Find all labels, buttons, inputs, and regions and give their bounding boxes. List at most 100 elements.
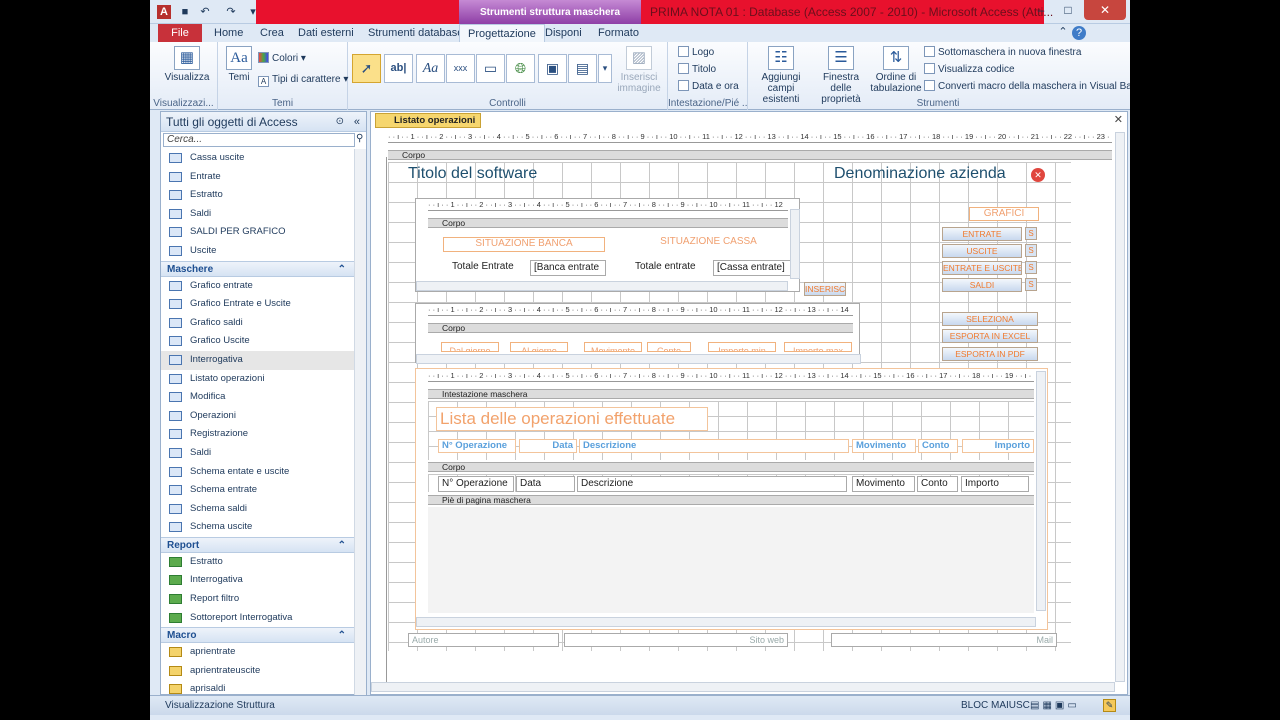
- data-ora-button[interactable]: Data e ora: [678, 80, 739, 92]
- entrate-s-button[interactable]: S: [1025, 227, 1037, 240]
- saldi-s-button[interactable]: S: [1025, 278, 1037, 291]
- column-header[interactable]: Conto: [918, 439, 958, 453]
- totale-entrate-label-1[interactable]: Totale Entrate: [449, 260, 527, 276]
- save-icon[interactable]: ■: [178, 5, 192, 19]
- corpo-field[interactable]: Importo: [961, 476, 1029, 492]
- tab-control-icon[interactable]: ▭: [476, 54, 505, 83]
- corpo-field[interactable]: Descrizione: [577, 476, 847, 492]
- nav-item[interactable]: Schema uscite: [161, 518, 354, 537]
- corpo-field[interactable]: Movimento: [852, 476, 915, 492]
- nav-item[interactable]: Listato operazioni: [161, 370, 354, 389]
- nav-item[interactable]: aprientrateuscite: [161, 662, 354, 681]
- button-control-icon[interactable]: xxx: [446, 54, 475, 83]
- aggiungi-campi-button[interactable]: ☷ Aggiungi campi esistenti: [750, 46, 812, 105]
- subform-filtri[interactable]: · · ı · · 1 · · ı · · 2 · · ı · · 3 · · …: [415, 303, 861, 364]
- select-pointer-icon[interactable]: ➚: [352, 54, 381, 83]
- nav-item[interactable]: Schema saldi: [161, 500, 354, 519]
- column-header[interactable]: Importo: [962, 439, 1034, 453]
- column-header[interactable]: Descrizione: [579, 439, 849, 453]
- intestazione-bar[interactable]: Intestazione maschera: [428, 389, 1034, 399]
- denominazione-label[interactable]: Denominazione azienda: [834, 165, 1006, 183]
- tipi-carattere-button[interactable]: A Tipi di carattere ▾: [258, 74, 348, 87]
- saldi-button[interactable]: SALDI: [942, 278, 1022, 292]
- grafici-label[interactable]: GRAFICI: [969, 207, 1039, 221]
- nav-item[interactable]: Saldi: [161, 444, 354, 463]
- nav-item[interactable]: Uscite: [161, 242, 354, 261]
- textbox-control-icon[interactable]: ab|: [384, 54, 413, 83]
- search-icon[interactable]: ⚲: [356, 133, 363, 144]
- corpo-field[interactable]: Conto: [917, 476, 958, 492]
- nav-item[interactable]: Grafico entrate: [161, 277, 354, 296]
- nav-item[interactable]: Grafico Uscite: [161, 332, 354, 351]
- subform3-vscroll[interactable]: [1036, 371, 1046, 611]
- temi-button[interactable]: Aa Temi: [224, 46, 254, 83]
- nav-item[interactable]: Cassa uscite: [161, 149, 354, 168]
- design-view-icon[interactable]: ✎: [1103, 699, 1116, 712]
- logo-button[interactable]: Logo: [678, 46, 714, 58]
- filter-label[interactable]: Movimento: [584, 342, 642, 352]
- nav-item[interactable]: Estratto: [161, 553, 354, 572]
- autore-field[interactable]: Autore: [408, 633, 559, 647]
- inserisci-button[interactable]: INSERISCI: [804, 282, 846, 296]
- nav-collapse-icon[interactable]: «: [354, 112, 360, 132]
- tab-progettazione[interactable]: Progettazione: [459, 24, 545, 42]
- titolo-software-label[interactable]: Titolo del software: [408, 165, 537, 183]
- subform2-hscroll[interactable]: [416, 354, 861, 364]
- subform-situazione[interactable]: · · ı · · 1 · · ı · · 2 · · ı · · 3 · · …: [415, 198, 800, 292]
- nav-header[interactable]: Tutti gli oggetti di Access ⊙ «: [161, 112, 366, 132]
- nav-search-input[interactable]: Cerca...: [163, 133, 355, 147]
- tab-home[interactable]: Home: [206, 24, 251, 42]
- subform-lista-operazioni[interactable]: · · ı · · 1 · · ı · · 2 · · ı · · 3 · · …: [415, 368, 1048, 630]
- filter-label[interactable]: Importo min: [708, 342, 776, 352]
- banca-entrate-field[interactable]: [Banca entrate: [530, 260, 606, 276]
- nav-item[interactable]: Operazioni: [161, 407, 354, 426]
- close-window-button[interactable]: ✕: [1084, 0, 1126, 20]
- lista-titolo-label[interactable]: Lista delle operazioni effettuate: [436, 407, 708, 431]
- nav-item[interactable]: Report filtro: [161, 590, 354, 609]
- totale-entrate-label-2[interactable]: Totale entrate: [632, 260, 710, 276]
- titolo-button[interactable]: Titolo: [678, 63, 716, 75]
- colori-button[interactable]: Colori ▾: [258, 52, 306, 64]
- nav-section-macro[interactable]: Macro ⌃: [161, 627, 354, 644]
- entrate-button[interactable]: ENTRATE: [942, 227, 1022, 241]
- uscite-s-button[interactable]: S: [1025, 244, 1037, 257]
- label-control-icon[interactable]: Aa: [416, 54, 445, 83]
- nav-item[interactable]: Schema entrate: [161, 481, 354, 500]
- doc-hscroll[interactable]: [371, 682, 1115, 692]
- nav-item[interactable]: Modifica: [161, 388, 354, 407]
- column-header[interactable]: Movimento: [852, 439, 916, 453]
- tab-formato[interactable]: Formato: [590, 24, 647, 42]
- column-header[interactable]: N° Operazione: [438, 439, 516, 453]
- subform-hscroll[interactable]: [416, 281, 788, 291]
- subform-corpo-bar[interactable]: Corpo: [428, 218, 788, 228]
- close-form-icon[interactable]: ✕: [1031, 168, 1045, 182]
- nav-item[interactable]: Interrogativa: [161, 350, 354, 370]
- close-document-icon[interactable]: ✕: [1114, 113, 1123, 126]
- inserisci-immagine-button[interactable]: ▨ Inserisci immagine: [616, 46, 662, 94]
- web-browser-control-icon[interactable]: ▣: [538, 54, 567, 83]
- entrate-uscite-s-button[interactable]: S: [1025, 261, 1037, 274]
- mail-field[interactable]: Mail: [831, 633, 1057, 647]
- esporta-excel-button[interactable]: ESPORTA IN EXCEL: [942, 329, 1038, 343]
- situazione-banca-label[interactable]: SITUAZIONE BANCA: [443, 237, 605, 252]
- nav-item[interactable]: Grafico Entrate e Uscite: [161, 295, 354, 314]
- corpo-field[interactable]: Data: [516, 476, 575, 492]
- nav-item[interactable]: Grafico saldi: [161, 314, 354, 333]
- tab-crea[interactable]: Crea: [252, 24, 292, 42]
- cassa-entrate-field[interactable]: [Cassa entrate]: [713, 260, 791, 276]
- nav-dropdown-icon[interactable]: ⊙: [336, 112, 344, 132]
- nav-item[interactable]: SALDI PER GRAFICO: [161, 223, 354, 242]
- nav-item[interactable]: Interrogativa: [161, 571, 354, 590]
- redo-icon[interactable]: ↷: [224, 5, 238, 19]
- section-bar-corpo[interactable]: Corpo: [388, 150, 1112, 160]
- filter-label[interactable]: Dal giorno: [441, 342, 499, 352]
- corpo-field[interactable]: N° Operazione: [438, 476, 514, 492]
- nav-item[interactable]: Entrate: [161, 168, 354, 187]
- maximize-button[interactable]: □: [1055, 0, 1081, 20]
- ordine-tabulazione-button[interactable]: ⇅ Ordine di tabulazione: [870, 46, 922, 94]
- nav-section-report[interactable]: Report ⌃: [161, 536, 354, 553]
- nav-item[interactable]: aprisaldi: [161, 680, 354, 695]
- tab-dati-esterni[interactable]: Dati esterni: [290, 24, 362, 42]
- nav-item[interactable]: Saldi: [161, 205, 354, 224]
- converti-macro-button[interactable]: Converti macro della maschera in Visual …: [924, 80, 1130, 92]
